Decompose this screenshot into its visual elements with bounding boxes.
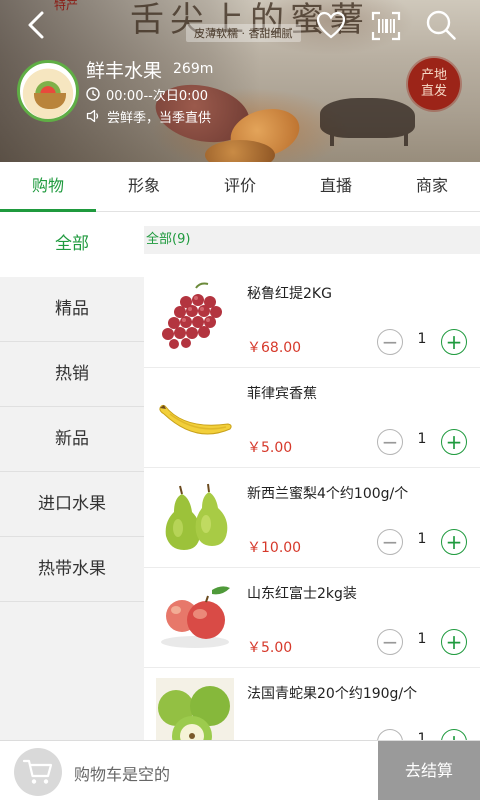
scan-button[interactable] [370,10,402,42]
cart-empty-text: 购物车是空的 [74,765,171,784]
back-arrow-icon [28,11,44,39]
clock-icon [86,87,100,101]
product-price: ￥5.00 [247,440,293,456]
section-header: 全部(9) [144,212,480,268]
increase-button[interactable]: + [441,429,467,455]
quantity-stepper: − 1 + [377,329,467,355]
section-label: 全部(9) [144,226,480,254]
increase-button[interactable]: + [441,329,467,355]
tab-live[interactable]: 直播 [288,162,384,211]
shopping-cart-icon [23,759,53,784]
banner-slogan: 皮薄软糯 · 香甜细腻 [186,24,301,42]
category-premium[interactable]: 精品 [0,277,144,342]
category-new[interactable]: 新品 [0,407,144,472]
shop-distance: 269m [173,61,214,77]
shop-notice: 尝鲜季，当季直供 [86,107,212,126]
shop-notice-text: 尝鲜季，当季直供 [107,110,212,126]
red-grapes-image [156,278,234,356]
tab-merchant[interactable]: 商家 [384,162,480,211]
quantity-value: 1 [417,431,427,447]
favorite-button[interactable] [314,8,348,42]
product-list: 全部(9) 秘鲁红提2KG ￥68.00 − 1 + 菲律宾香蕉 ￥5.00 −… [144,212,480,740]
product-name[interactable]: 菲律宾香蕉 [247,383,317,403]
seal-line-2: 直发 [420,84,447,99]
product-price: ￥5.00 [247,640,293,656]
baked-potato-image [205,140,275,162]
product-price: ￥10.00 [247,540,302,556]
search-icon [426,10,456,40]
product-name[interactable]: 新西兰蜜梨4个约100g/个 [247,483,408,503]
barcode-scan-icon [371,11,401,41]
category-tropical[interactable]: 热带水果 [0,537,144,602]
quantity-stepper: − 1 + [377,529,467,555]
category-all[interactable]: 全部 [0,212,144,277]
quantity-stepper: − 1 + [377,429,467,455]
category-imported[interactable]: 进口水果 [0,472,144,537]
quantity-stepper: − 1 + [377,629,467,655]
seal-line-1: 产地 [420,68,447,83]
increase-button[interactable]: + [441,529,467,555]
product-price: ￥68.00 [247,340,302,356]
red-apples-image [156,578,234,656]
shop-avatar[interactable] [17,60,79,122]
back-button[interactable] [20,8,52,42]
quantity-value: 1 [417,631,427,647]
tab-shopping[interactable]: 购物 [0,162,96,212]
checkout-button[interactable]: 去结算 [378,741,480,800]
shop-hours-text: 00:00--次日0:00 [106,88,209,104]
speaker-icon [86,109,99,123]
shop-hours: 00:00--次日0:00 [86,85,209,104]
increase-button[interactable]: + [441,629,467,655]
green-apples-image [156,678,234,740]
banana-image [156,378,234,456]
tab-reviews[interactable]: 评价 [192,162,288,211]
cart-bar: 购物车是空的 去结算 [0,740,480,800]
shop-tabs: 购物 形象 评价 直播 商家 [0,162,480,212]
decrease-button[interactable]: − [377,529,403,555]
search-button[interactable] [424,8,458,42]
cart-button[interactable] [14,748,62,796]
increase-button[interactable]: + [441,729,467,740]
category-hot[interactable]: 热销 [0,342,144,407]
product-item[interactable]: 秘鲁红提2KG ￥68.00 − 1 + [144,268,480,368]
product-item[interactable]: 菲律宾香蕉 ￥5.00 − 1 + [144,368,480,468]
quantity-stepper: − 1 + [377,729,467,740]
decrease-button[interactable]: − [377,329,403,355]
decrease-button[interactable]: − [377,629,403,655]
shop-name: 鲜丰水果 [86,60,163,82]
product-item[interactable]: 新西兰蜜梨4个约100g/个 ￥10.00 − 1 + [144,468,480,568]
product-name[interactable]: 秘鲁红提2KG [247,283,332,303]
quantity-value: 1 [417,331,427,347]
heart-icon [316,11,346,39]
pears-image [156,478,234,556]
decrease-button[interactable]: − [377,429,403,455]
banner-small-seal: 特产 [54,0,79,12]
decrease-button[interactable]: − [377,729,403,740]
category-sidebar: 全部 精品 热销 新品 进口水果 热带水果 [0,212,144,740]
tab-image[interactable]: 形象 [96,162,192,211]
origin-seal: 产地 直发 [408,58,460,110]
product-item[interactable]: 山东红富士2kg装 ￥5.00 − 1 + [144,568,480,668]
product-name[interactable]: 法国青蛇果20个约190g/个 [247,683,417,703]
quantity-value: 1 [417,531,427,547]
ox-illustration [320,98,415,146]
quantity-value: 1 [417,731,427,740]
product-name[interactable]: 山东红富士2kg装 [247,583,357,603]
product-item[interactable]: 法国青蛇果20个约190g/个 − 1 + [144,668,480,740]
shop-banner: 特产 舌尖上的蜜薯 皮薄软糯 · 香甜细腻 产地 直发 鲜丰水果 269m 00… [0,0,480,162]
